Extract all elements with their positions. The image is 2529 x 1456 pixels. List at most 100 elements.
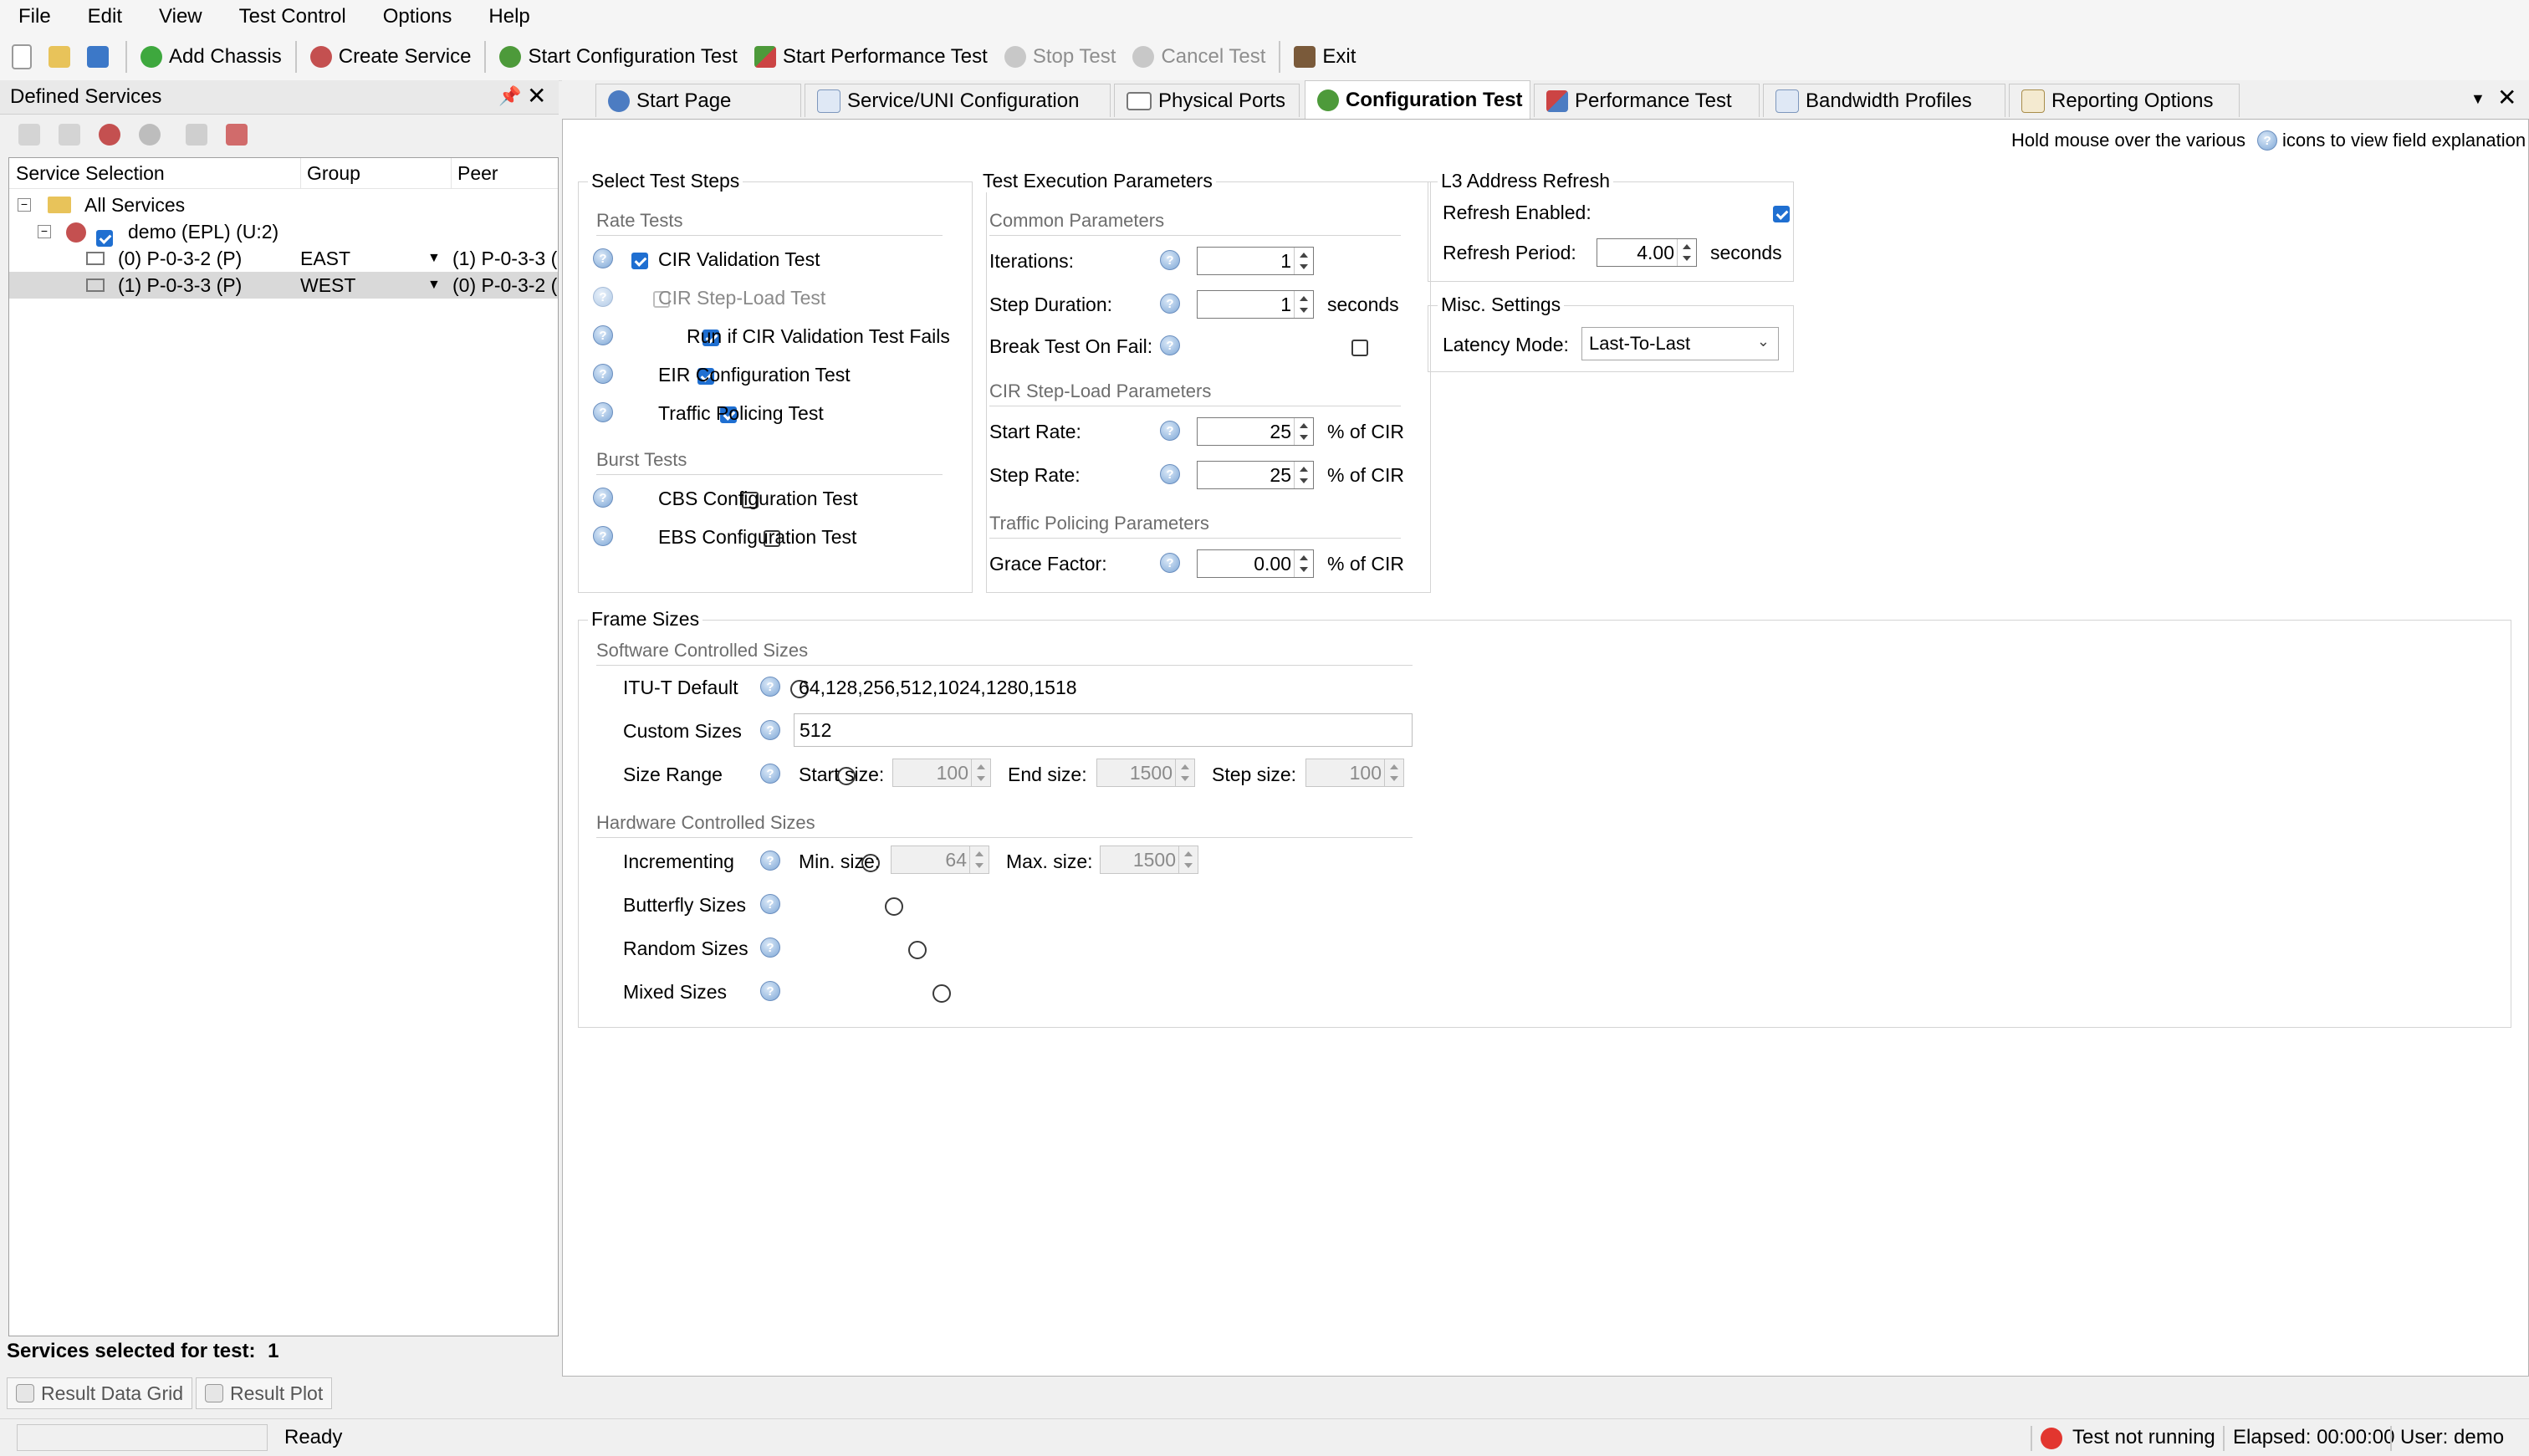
stop-test-button[interactable]: Stop Test	[996, 37, 1125, 77]
start-size-spinner[interactable]: 100	[892, 759, 991, 787]
end-size-spinner[interactable]: 1500	[1096, 759, 1195, 787]
help-icon[interactable]: ?	[1160, 294, 1180, 314]
help-icon[interactable]: ?	[1160, 553, 1180, 573]
spinner-arrows-icon[interactable]	[1677, 239, 1696, 266]
new-button[interactable]	[0, 37, 43, 77]
help-icon[interactable]: ?	[1160, 335, 1180, 355]
add-service-icon[interactable]	[18, 124, 40, 146]
spinner-arrows-icon[interactable]	[1175, 759, 1194, 786]
swap-icon[interactable]	[186, 124, 207, 146]
max-size-spinner[interactable]: 1500	[1100, 846, 1198, 874]
menu-help[interactable]: Help	[470, 0, 548, 33]
spinner-arrows-icon[interactable]	[1294, 418, 1313, 445]
save-button[interactable]	[82, 37, 120, 77]
step-size-spinner[interactable]: 100	[1305, 759, 1404, 787]
break-on-fail-checkbox[interactable]	[1351, 339, 1368, 356]
spinner-arrows-icon[interactable]	[1384, 759, 1403, 786]
tab-result-plot[interactable]: Result Plot	[196, 1377, 333, 1409]
spinner-arrows-icon[interactable]	[1294, 248, 1313, 274]
pin-icon[interactable]: 📌	[498, 85, 521, 107]
close-tab-icon[interactable]: ✕	[2497, 84, 2516, 111]
tab-reporting-options[interactable]: Reporting Options	[2009, 84, 2240, 117]
refresh-enabled-checkbox[interactable]	[1773, 205, 1791, 222]
tree-row-service[interactable]: − demo (EPL) (U:2)	[9, 218, 558, 247]
help-icon[interactable]: ?	[593, 287, 613, 307]
spinner-arrows-icon[interactable]	[1294, 550, 1313, 577]
column-group[interactable]: Group	[300, 158, 452, 188]
cancel-test-button[interactable]: Cancel Test	[1124, 37, 1274, 77]
help-icon[interactable]: ?	[760, 677, 780, 697]
menu-view[interactable]: View	[140, 0, 221, 33]
help-icon[interactable]: ?	[760, 851, 780, 871]
service-tree: Service Selection Group Peer − All Servi…	[8, 157, 559, 1336]
collapse-icon[interactable]: −	[38, 225, 51, 238]
menu-options[interactable]: Options	[365, 0, 471, 33]
tab-start-page[interactable]: Start Page	[595, 84, 801, 117]
help-icon[interactable]: ?	[593, 402, 613, 422]
tab-configuration-test[interactable]: Configuration Test	[1305, 80, 1530, 119]
column-service-selection[interactable]: Service Selection	[9, 158, 301, 188]
mixed-sizes-radio[interactable]	[932, 983, 951, 1003]
column-peer[interactable]: Peer	[451, 158, 558, 188]
help-icon[interactable]: ?	[593, 364, 613, 384]
add-chassis-button[interactable]: Add Chassis	[132, 37, 290, 77]
step-rate-spinner[interactable]: 25	[1197, 461, 1314, 489]
tree-row-endpoint-0[interactable]: (0) P-0-3-2 (P) EAST ▼ (1) P-0-3-3 (	[9, 245, 558, 272]
service-checkbox[interactable]	[96, 229, 113, 247]
refresh-period-spinner[interactable]: 4.00	[1597, 238, 1697, 267]
grace-factor-spinner[interactable]: 0.00	[1197, 549, 1314, 578]
help-icon[interactable]: ?	[593, 325, 613, 345]
help-icon[interactable]: ?	[760, 720, 780, 740]
menu-file[interactable]: File	[0, 0, 69, 33]
tree-row-endpoint-1[interactable]: (1) P-0-3-3 (P) WEST ▼ (0) P-0-3-2 (	[9, 272, 558, 299]
help-icon[interactable]: ?	[760, 981, 780, 1001]
custom-sizes-input[interactable]: 512	[794, 713, 1413, 747]
tree-row-all-services[interactable]: − All Services	[9, 192, 558, 218]
exit-button[interactable]: Exit	[1285, 37, 1364, 77]
help-icon[interactable]: ?	[760, 764, 780, 784]
dropdown-arrow-icon[interactable]: ▼	[427, 272, 441, 299]
menu-edit[interactable]: Edit	[69, 0, 140, 33]
spinner-arrows-icon[interactable]	[969, 846, 989, 873]
min-size-label: Min. size:	[799, 851, 881, 872]
dropdown-arrow-icon[interactable]: ▼	[427, 245, 441, 272]
help-icon[interactable]: ?	[1160, 421, 1180, 441]
remove-service-icon[interactable]	[59, 124, 80, 146]
iterations-spinner[interactable]: 1	[1197, 247, 1314, 275]
start-rate-spinner[interactable]: 25	[1197, 417, 1314, 446]
start-performance-test-button[interactable]: Start Performance Test	[746, 37, 996, 77]
help-icon[interactable]: ?	[593, 248, 613, 268]
service-gray-icon[interactable]	[139, 124, 161, 146]
latency-mode-select[interactable]: Last-To-Last ⌄	[1581, 327, 1779, 360]
chevron-down-icon[interactable]: ⌄	[1757, 333, 1770, 350]
help-icon[interactable]: ?	[593, 526, 613, 546]
close-icon[interactable]: ✕	[527, 82, 546, 110]
tab-result-data-grid[interactable]: Result Data Grid	[7, 1377, 193, 1409]
collapse-icon[interactable]: −	[18, 198, 31, 212]
menu-test-control[interactable]: Test Control	[221, 0, 365, 33]
min-size-spinner[interactable]: 64	[891, 846, 989, 874]
tab-performance-test[interactable]: Performance Test	[1534, 84, 1760, 117]
create-service-button[interactable]: Create Service	[302, 37, 480, 77]
tab-physical-ports[interactable]: Physical Ports	[1114, 84, 1300, 117]
start-configuration-test-button[interactable]: Start Configuration Test	[491, 37, 745, 77]
help-icon[interactable]: ?	[593, 488, 613, 508]
step-duration-spinner[interactable]: 1	[1197, 290, 1314, 319]
tab-list-dropdown-icon[interactable]: ▼	[2470, 90, 2486, 108]
spinner-arrows-icon[interactable]	[971, 759, 990, 786]
spinner-arrows-icon[interactable]	[1294, 291, 1313, 318]
help-icon[interactable]: ?	[760, 937, 780, 958]
help-icon[interactable]: ?	[1160, 250, 1180, 270]
open-button[interactable]	[43, 37, 82, 77]
tab-bandwidth-profiles[interactable]: Bandwidth Profiles	[1763, 84, 2005, 117]
butterfly-sizes-radio[interactable]	[885, 897, 904, 916]
help-icon[interactable]: ?	[1160, 464, 1180, 484]
common-parameters-title: Common Parameters	[989, 210, 1165, 231]
cir-validation-checkbox[interactable]	[631, 252, 648, 269]
swap-peer-icon[interactable]	[226, 124, 248, 146]
service-red-icon[interactable]	[99, 124, 120, 146]
spinner-arrows-icon[interactable]	[1178, 846, 1198, 873]
tab-service-uni-configuration[interactable]: Service/UNI Configuration	[805, 84, 1111, 117]
help-icon[interactable]: ?	[760, 894, 780, 914]
spinner-arrows-icon[interactable]	[1294, 462, 1313, 488]
